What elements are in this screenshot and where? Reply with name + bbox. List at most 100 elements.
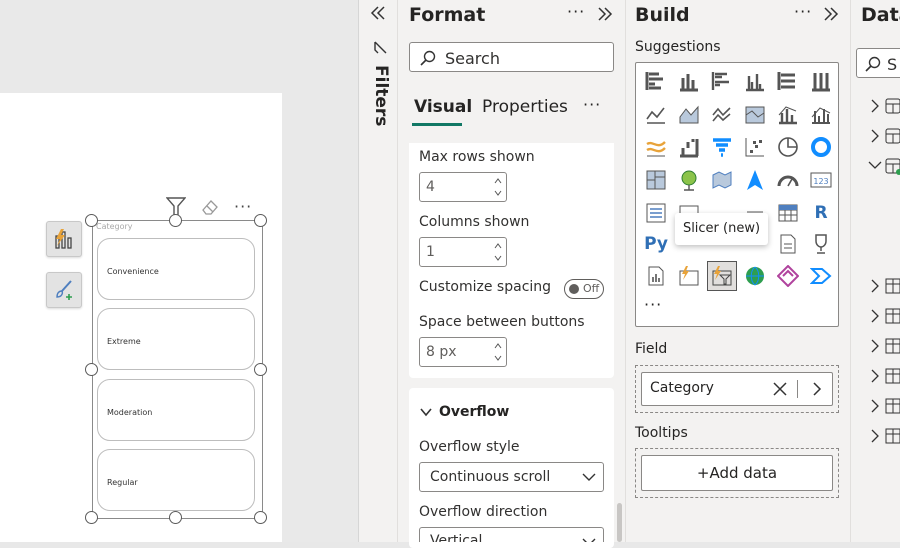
chevron-up-icon[interactable] bbox=[494, 242, 502, 250]
scatter-chart-icon[interactable] bbox=[742, 134, 768, 160]
resize-handle[interactable] bbox=[85, 363, 98, 376]
data-search-input[interactable]: S bbox=[856, 48, 900, 78]
slicer-new-icon[interactable] bbox=[707, 261, 737, 291]
chevron-down-icon[interactable] bbox=[494, 189, 502, 197]
columns-stepper[interactable]: 1 bbox=[419, 237, 507, 267]
area-chart-icon[interactable] bbox=[676, 101, 702, 127]
slicer-item-button[interactable]: Regular bbox=[97, 449, 255, 511]
stacked-area-chart-icon[interactable] bbox=[709, 101, 735, 127]
chevron-down-icon[interactable] bbox=[419, 405, 433, 419]
stacked-bar-chart-icon[interactable] bbox=[643, 68, 669, 94]
r-script-visual-icon[interactable]: R bbox=[808, 200, 834, 226]
tab-visual[interactable]: Visual bbox=[414, 97, 472, 117]
customize-spacing-toggle[interactable]: Off bbox=[564, 279, 604, 299]
map-icon[interactable] bbox=[676, 167, 702, 193]
resize-handle[interactable] bbox=[254, 363, 267, 376]
ribbon-chart-icon[interactable] bbox=[643, 134, 669, 160]
data-table-row[interactable] bbox=[866, 96, 900, 116]
field-pill[interactable]: Category bbox=[641, 372, 833, 406]
new-card-icon[interactable] bbox=[676, 263, 702, 289]
more-options-icon[interactable]: ··· bbox=[583, 95, 601, 114]
paginated-report-icon[interactable] bbox=[775, 231, 801, 257]
100-stacked-bar-chart-icon[interactable] bbox=[775, 68, 801, 94]
chevron-right-icon[interactable] bbox=[812, 382, 822, 396]
slicer-item-button[interactable]: Extreme bbox=[97, 308, 255, 370]
collapse-chevrons-icon[interactable] bbox=[597, 6, 613, 22]
filled-map-icon[interactable] bbox=[709, 167, 735, 193]
more-visuals-icon[interactable]: ··· bbox=[644, 295, 662, 314]
multi-row-card-icon[interactable] bbox=[643, 200, 669, 226]
slicer-item-label: Regular bbox=[107, 478, 138, 487]
chevron-up-icon[interactable] bbox=[494, 342, 502, 350]
resize-handle[interactable] bbox=[85, 511, 98, 524]
clustered-column-chart-icon[interactable] bbox=[742, 68, 768, 94]
funnel-chart-icon[interactable] bbox=[709, 134, 735, 160]
data-table-row[interactable] bbox=[866, 336, 900, 356]
arcgis-map-icon[interactable] bbox=[742, 263, 768, 289]
overflow-style-dropdown[interactable]: Continuous scroll bbox=[419, 462, 604, 492]
power-automate-icon[interactable] bbox=[808, 263, 834, 289]
line-chart-icon[interactable] bbox=[643, 101, 669, 127]
slicer-item-label: Extreme bbox=[107, 337, 141, 346]
search-icon bbox=[420, 50, 436, 66]
format-search-input[interactable]: Search bbox=[409, 42, 614, 72]
report-icon[interactable] bbox=[643, 263, 669, 289]
max-rows-stepper[interactable]: 4 bbox=[419, 172, 507, 202]
power-apps-icon[interactable] bbox=[775, 263, 801, 289]
card-icon[interactable]: 123 bbox=[808, 167, 834, 193]
100-stacked-area-chart-icon[interactable] bbox=[742, 101, 768, 127]
tab-properties[interactable]: Properties bbox=[482, 97, 568, 117]
data-table-row[interactable] bbox=[866, 306, 900, 326]
stacked-column-chart-icon[interactable] bbox=[676, 68, 702, 94]
resize-handle[interactable] bbox=[169, 214, 182, 227]
chevron-up-icon[interactable] bbox=[494, 177, 502, 185]
slicer-item-button[interactable]: Moderation bbox=[97, 379, 255, 441]
azure-map-icon[interactable] bbox=[742, 167, 768, 193]
more-options-icon[interactable]: ··· bbox=[567, 2, 585, 21]
format-brush-icon bbox=[56, 280, 72, 300]
slicer-item-button[interactable]: Convenience bbox=[97, 238, 255, 300]
active-tab-underline bbox=[412, 123, 462, 126]
gauge-icon[interactable] bbox=[775, 167, 801, 193]
data-table-row[interactable] bbox=[866, 396, 900, 416]
pie-chart-icon[interactable] bbox=[775, 134, 801, 160]
more-options-icon[interactable]: ··· bbox=[234, 197, 252, 216]
collapse-chevrons-icon[interactable] bbox=[823, 6, 839, 22]
data-table-row[interactable] bbox=[866, 426, 900, 446]
filters-label[interactable]: Filters bbox=[371, 65, 391, 126]
max-rows-value: 4 bbox=[426, 179, 435, 195]
trophy-icon[interactable] bbox=[808, 231, 834, 257]
data-table-row-expanded[interactable] bbox=[866, 156, 900, 176]
space-between-stepper[interactable]: 8 px bbox=[419, 337, 507, 367]
filter-funnel-icon bbox=[374, 41, 387, 54]
format-scrollbar[interactable] bbox=[617, 503, 622, 542]
data-table-row[interactable] bbox=[866, 366, 900, 386]
eraser-icon[interactable] bbox=[200, 197, 220, 217]
treemap-icon[interactable] bbox=[643, 167, 669, 193]
chevron-down-icon[interactable] bbox=[494, 254, 502, 262]
resize-handle[interactable] bbox=[169, 511, 182, 524]
more-options-icon[interactable]: ··· bbox=[794, 2, 812, 21]
resize-handle[interactable] bbox=[254, 511, 267, 524]
close-icon[interactable] bbox=[773, 382, 787, 396]
overflow-section-header[interactable]: Overflow bbox=[439, 404, 509, 420]
expand-chevrons-icon[interactable] bbox=[369, 5, 387, 21]
100-stacked-column-chart-icon[interactable] bbox=[808, 68, 834, 94]
resize-handle[interactable] bbox=[254, 214, 267, 227]
format-visual-button[interactable] bbox=[46, 272, 82, 308]
donut-chart-icon[interactable] bbox=[808, 134, 834, 160]
python-visual-icon[interactable]: Py bbox=[643, 231, 669, 257]
line-and-clustered-column-icon[interactable] bbox=[808, 101, 834, 127]
table-icon[interactable] bbox=[775, 200, 801, 226]
add-data-button[interactable]: +Add data bbox=[641, 455, 833, 491]
slicer-visual-button[interactable] bbox=[46, 221, 82, 257]
data-table-row[interactable] bbox=[866, 276, 900, 296]
clustered-bar-chart-icon[interactable] bbox=[709, 68, 735, 94]
waterfall-chart-icon[interactable] bbox=[676, 134, 702, 160]
chevron-down-icon bbox=[582, 538, 596, 542]
data-table-row[interactable] bbox=[866, 126, 900, 146]
overflow-style-label: Overflow style bbox=[419, 439, 520, 455]
chevron-down-icon[interactable] bbox=[494, 354, 502, 362]
overflow-direction-dropdown[interactable]: Vertical bbox=[419, 527, 604, 542]
line-and-stacked-column-icon[interactable] bbox=[775, 101, 801, 127]
